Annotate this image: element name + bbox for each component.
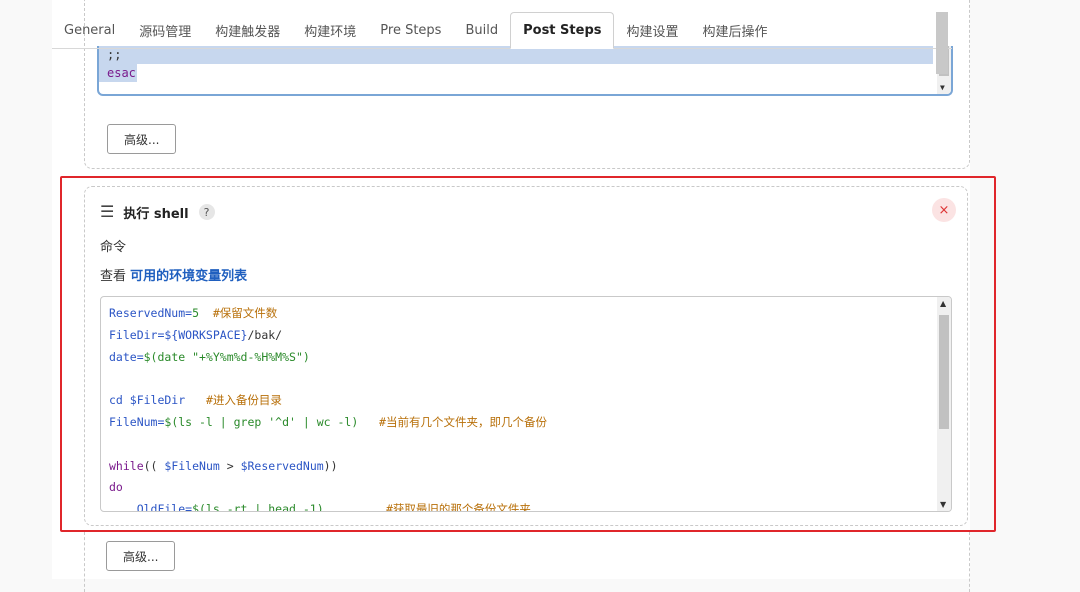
page-scrollbar-thumb[interactable] [936, 12, 948, 74]
tab-build-environment[interactable]: 构建环境 [292, 12, 368, 48]
code-line: esac [99, 64, 137, 82]
tab-source-control[interactable]: 源码管理 [127, 12, 203, 48]
tab-pre-steps[interactable]: Pre Steps [368, 12, 453, 48]
tab-post-build-actions[interactable]: 构建后操作 [691, 12, 780, 48]
tab-build-settings[interactable]: 构建设置 [614, 12, 690, 48]
advanced-button[interactable]: 高级... [106, 541, 176, 571]
highlight-box [60, 176, 996, 532]
config-tabs: General 源码管理 构建触发器 构建环境 Pre Steps Build … [52, 12, 952, 49]
previous-command-editor[interactable]: ;; esac ▼ [97, 46, 953, 96]
tab-build-triggers[interactable]: 构建触发器 [203, 12, 292, 48]
tab-post-steps[interactable]: Post Steps [510, 12, 615, 49]
scroll-down-icon[interactable]: ▼ [940, 83, 945, 92]
tab-general[interactable]: General [52, 12, 127, 48]
next-section [84, 532, 970, 592]
tab-build[interactable]: Build [453, 12, 510, 48]
advanced-button-previous[interactable]: 高级... [107, 124, 177, 154]
